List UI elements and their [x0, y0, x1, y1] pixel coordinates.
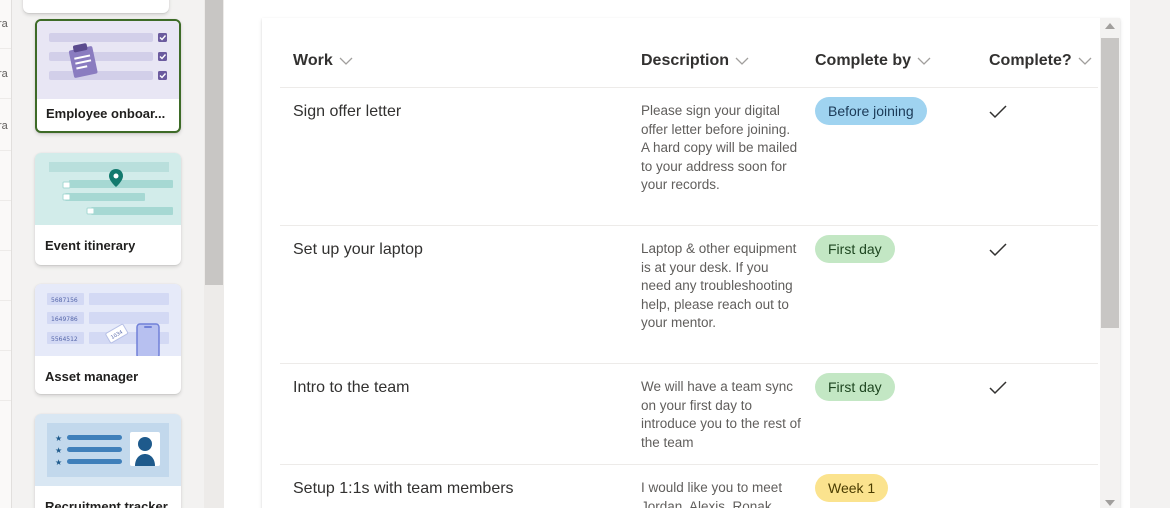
template-card-employee-onboarding[interactable]: Employee onboar... — [35, 19, 181, 133]
svg-text:★: ★ — [55, 458, 62, 467]
chevron-down-icon — [339, 52, 353, 70]
row-divider — [280, 225, 1098, 226]
column-header-complete-by[interactable]: Complete by — [815, 52, 931, 70]
background-divider — [0, 200, 11, 201]
description-cell: Laptop & other equipment is at your desk… — [641, 241, 797, 331]
asset-number-1: 5687156 — [51, 297, 78, 304]
asset-number-3: 5564512 — [51, 336, 78, 343]
background-page-edge: ra ra ra — [0, 0, 12, 508]
work-cell: Set up your laptop — [293, 241, 423, 258]
work-cell: Sign offer letter — [293, 103, 402, 120]
template-card-recruitment-tracker[interactable]: ★ ★ ★ Recruitment tracker — [35, 414, 181, 508]
checkmark-icon — [989, 243, 1007, 257]
list-scrollbar-thumb[interactable] — [1101, 38, 1119, 328]
column-header-label: Complete by — [815, 52, 912, 69]
svg-text:★: ★ — [55, 434, 62, 443]
background-divider — [0, 400, 11, 401]
recruitment-tracker-thumbnail: ★ ★ ★ — [35, 414, 181, 486]
background-divider — [0, 48, 11, 49]
template-card-label: Employee onboar... — [46, 106, 166, 121]
employee-onboarding-thumbnail — [37, 21, 179, 99]
list-scrollbar[interactable] — [1100, 18, 1120, 508]
asset-manager-thumbnail: 5687156 1649786 5564512 1034 — [35, 284, 181, 359]
background-text-fragment: ra — [0, 68, 8, 80]
description-cell: We will have a team sync on your first d… — [641, 379, 801, 450]
gallery-scrollbar-thumb[interactable] — [205, 0, 223, 285]
background-page-edge-right — [1130, 0, 1170, 508]
complete-by-badge: First day — [815, 235, 895, 263]
template-card-label: Recruitment tracker — [45, 499, 168, 508]
svg-text:★: ★ — [55, 446, 62, 455]
description-cell: I would like you to meet Jordan, Alexis,… — [641, 480, 783, 508]
complete-by-badge: First day — [815, 373, 895, 401]
template-card-partial[interactable] — [23, 0, 169, 13]
checkmark-icon — [989, 105, 1007, 119]
template-card-label: Event itinerary — [45, 238, 136, 253]
background-divider — [0, 150, 11, 151]
asset-number-2: 1649786 — [51, 316, 78, 323]
event-itinerary-thumbnail — [35, 153, 181, 225]
checkmark-icon — [989, 381, 1007, 395]
background-divider — [0, 250, 11, 251]
row-divider — [280, 464, 1098, 465]
complete-by-badge: Week 1 — [815, 474, 889, 502]
template-card-asset-manager[interactable]: 5687156 1649786 5564512 1034 Asset manag… — [35, 284, 181, 394]
scroll-up-arrow-icon[interactable] — [1105, 23, 1115, 29]
column-header-complete[interactable]: Complete? — [989, 52, 1092, 70]
template-card-label: Asset manager — [45, 369, 139, 384]
complete-by-badge: Before joining — [815, 97, 927, 125]
background-divider — [0, 350, 11, 351]
template-card-event-itinerary[interactable]: Event itinerary — [35, 153, 181, 265]
background-divider — [0, 300, 11, 301]
column-header-label: Work — [293, 52, 333, 69]
description-cell: Please sign your digital offer letter be… — [641, 103, 798, 193]
row-divider — [280, 87, 1098, 88]
gallery-scrollbar[interactable] — [204, 0, 224, 508]
background-text-fragment: ra — [0, 18, 8, 30]
row-divider — [280, 363, 1098, 364]
column-header-label: Description — [641, 52, 730, 69]
chevron-down-icon — [917, 52, 931, 70]
work-cell: Intro to the team — [293, 379, 410, 396]
chevron-down-icon — [1078, 52, 1092, 70]
column-header-work[interactable]: Work — [293, 52, 353, 70]
background-divider — [0, 98, 11, 99]
work-cell: Setup 1:1s with team members — [293, 480, 514, 497]
column-header-description[interactable]: Description — [641, 52, 749, 70]
background-text-fragment: ra — [0, 120, 8, 132]
scroll-down-arrow-icon[interactable] — [1105, 500, 1115, 506]
column-header-label: Complete? — [989, 52, 1072, 69]
chevron-down-icon — [735, 52, 749, 70]
